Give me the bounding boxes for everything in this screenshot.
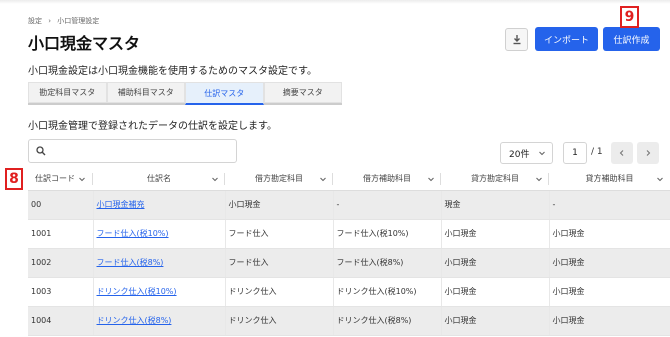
search-icon: [36, 146, 46, 156]
chevron-down-icon: [536, 177, 542, 182]
cell-credit-subaccount: 小口現金: [549, 219, 670, 249]
chevron-down-icon: [539, 151, 545, 156]
download-icon: [513, 35, 520, 45]
cell-debit-account: ドリンク仕入: [225, 306, 334, 336]
cell-debit-account: 小口現金: [225, 190, 334, 220]
table-row[interactable]: 1001 フード仕入(税10%) フード仕入 フード仕入(税10%) 小口現金 …: [28, 219, 670, 249]
next-page-button[interactable]: [637, 142, 659, 164]
table-row[interactable]: 1002 フード仕入(税8%) フード仕入 フード仕入(税8%) 小口現金 小口…: [28, 248, 670, 278]
cell-debit-subaccount: ドリンク仕入(税10%): [333, 277, 442, 307]
cell-debit-account: ドリンク仕入: [225, 277, 334, 307]
chevron-down-icon: [212, 177, 218, 182]
cell-debit-subaccount: フード仕入(税8%): [333, 248, 442, 278]
journal-name-link[interactable]: ドリンク仕入(税10%): [97, 287, 177, 296]
cell-debit-subaccount: フード仕入(税10%): [333, 219, 442, 249]
chevron-down-icon: [320, 177, 326, 182]
chevron-down-icon: [428, 177, 434, 182]
callout-8: 8: [5, 168, 23, 190]
cell-debit-subaccount: ドリンク仕入(税8%): [333, 306, 442, 336]
journal-name-link[interactable]: フード仕入(税10%): [97, 229, 169, 238]
cell-journal-code: 1004: [28, 306, 94, 336]
chevron-left-icon: [619, 150, 624, 156]
cell-journal-name: ドリンク仕入(税8%): [93, 306, 226, 336]
breadcrumb-item-petty[interactable]: 小口管理設定: [57, 17, 99, 25]
column-label: 貸方勘定科目: [471, 174, 519, 184]
page-number-input[interactable]: 1: [563, 142, 587, 164]
breadcrumb-item-settings[interactable]: 設定: [28, 17, 42, 25]
tab-summary-master[interactable]: 摘要マスタ: [263, 82, 342, 103]
cell-journal-code: 1002: [28, 248, 94, 278]
tab-journal-master[interactable]: 仕訳マスタ: [185, 82, 264, 105]
cell-debit-account: フード仕入: [225, 248, 334, 278]
table-header-row: 仕訳コード 仕訳名 借方勘定科目 借方補助科目 貸方勘定科目 貸方補助科目: [28, 168, 670, 191]
chevron-right-icon: [646, 150, 651, 156]
search-input[interactable]: [28, 139, 237, 163]
page-total: / 1: [591, 147, 603, 157]
top-shadow: [0, 0, 670, 4]
tab-subaccount-master[interactable]: 補助科目マスタ: [106, 82, 185, 103]
cell-credit-account: 小口現金: [441, 306, 550, 336]
page-title: 小口現金マスタ: [28, 34, 141, 53]
per-page-value: 20件: [509, 149, 530, 160]
tab-bar: 勘定科目マスタ 補助科目マスタ 仕訳マスタ 摘要マスタ: [28, 82, 342, 105]
cell-journal-name: ドリンク仕入(税10%): [93, 277, 226, 307]
journal-name-link[interactable]: ドリンク仕入(税8%): [97, 316, 172, 325]
breadcrumb: 設定 › 小口管理設定: [28, 16, 103, 26]
cell-credit-subaccount: 小口現金: [549, 248, 670, 278]
cell-debit-subaccount: -: [333, 190, 442, 220]
column-header-credit-account[interactable]: 貸方勘定科目: [441, 168, 549, 191]
cell-credit-account: 小口現金: [441, 277, 550, 307]
prev-page-button[interactable]: [611, 142, 633, 164]
section-description: 小口現金管理で登録されたデータの仕訳を設定します。: [28, 121, 277, 132]
import-button[interactable]: インポート: [535, 27, 598, 51]
table-row[interactable]: 1003 ドリンク仕入(税10%) ドリンク仕入 ドリンク仕入(税10%) 小口…: [28, 277, 670, 307]
column-header-journal-code[interactable]: 仕訳コード: [28, 168, 93, 191]
table-row[interactable]: 1004 ドリンク仕入(税8%) ドリンク仕入 ドリンク仕入(税8%) 小口現金…: [28, 306, 670, 336]
column-label: 貸方補助科目: [585, 174, 634, 184]
chevron-down-icon: [657, 177, 663, 182]
tab-account-master[interactable]: 勘定科目マスタ: [28, 82, 107, 103]
journal-table: 仕訳コード 仕訳名 借方勘定科目 借方補助科目 貸方勘定科目 貸方補助科目 00…: [28, 168, 670, 336]
page-description: 小口現金設定は小口現金機能を使用するためのマスタ設定です。: [28, 66, 317, 77]
chevron-down-icon: [79, 177, 85, 182]
download-button[interactable]: [505, 28, 528, 51]
column-header-credit-subaccount[interactable]: 貸方補助科目: [549, 168, 670, 191]
cell-credit-subaccount: -: [549, 190, 670, 220]
column-label: 仕訳コード: [35, 174, 75, 184]
cell-credit-account: 現金: [441, 190, 550, 220]
journal-name-link[interactable]: フード仕入(税8%): [97, 258, 164, 267]
cell-debit-account: フード仕入: [225, 219, 334, 249]
cell-journal-code: 1003: [28, 277, 94, 307]
column-label: 借方補助科目: [363, 174, 411, 184]
column-header-debit-subaccount[interactable]: 借方補助科目: [333, 168, 441, 191]
column-header-journal-name[interactable]: 仕訳名: [93, 168, 225, 191]
cell-journal-name: 小口現金補充: [93, 190, 226, 220]
cell-journal-code: 1001: [28, 219, 94, 249]
cell-journal-code: 00: [28, 190, 94, 220]
cell-credit-account: 小口現金: [441, 248, 550, 278]
create-journal-button[interactable]: 仕訳作成: [603, 27, 660, 51]
cell-credit-subaccount: 小口現金: [549, 277, 670, 307]
column-label: 仕訳名: [147, 174, 171, 184]
table-row[interactable]: 00 小口現金補充 小口現金 - 現金 -: [28, 190, 670, 220]
journal-name-link[interactable]: 小口現金補充: [97, 200, 145, 209]
cell-journal-name: フード仕入(税8%): [93, 248, 226, 278]
callout-9: 9: [620, 6, 639, 28]
breadcrumb-separator: ›: [48, 17, 52, 25]
cell-credit-subaccount: 小口現金: [549, 306, 670, 336]
column-header-debit-account[interactable]: 借方勘定科目: [225, 168, 333, 191]
cell-journal-name: フード仕入(税10%): [93, 219, 226, 249]
cell-credit-account: 小口現金: [441, 219, 550, 249]
column-label: 借方勘定科目: [255, 174, 303, 184]
per-page-select[interactable]: 20件: [500, 142, 553, 164]
